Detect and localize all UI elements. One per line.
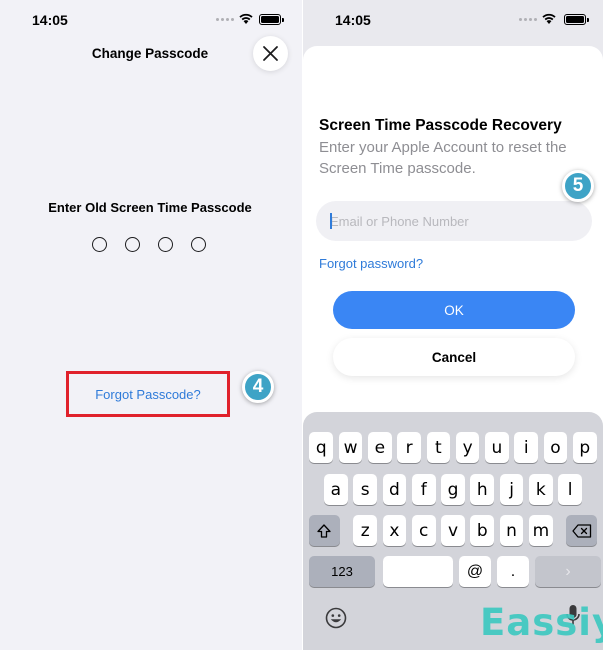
ok-button[interactable]: OK: [333, 291, 575, 329]
watermark-logo: Eassiy: [480, 601, 603, 644]
space-key[interactable]: [383, 556, 453, 587]
numbers-key[interactable]: 123: [309, 556, 375, 587]
sheet-description: Enter your Apple Account to reset the Sc…: [319, 139, 567, 177]
key[interactable]: o: [543, 432, 568, 463]
dot-key[interactable]: .: [497, 556, 529, 587]
key[interactable]: f: [411, 474, 436, 505]
keyboard-row-3: z x c v b n m: [303, 515, 603, 546]
key[interactable]: h: [470, 474, 495, 505]
wifi-icon: [542, 13, 556, 24]
close-icon: [263, 46, 278, 61]
key[interactable]: y: [455, 432, 480, 463]
cellular-signal-icon: [519, 18, 537, 21]
status-time: 14:05: [335, 12, 371, 28]
key[interactable]: q: [309, 432, 334, 463]
shift-icon: [317, 523, 331, 538]
keyboard-row-4: 123 @ . ›: [309, 556, 601, 587]
status-time: 14:05: [32, 12, 68, 28]
passcode-dot: [125, 237, 140, 252]
highlight-box: Forgot Passcode?: [66, 371, 230, 417]
close-button[interactable]: [253, 36, 288, 71]
sheet-title: Screen Time Passcode Recovery: [319, 117, 562, 134]
passcode-prompt: Enter Old Screen Time Passcode: [48, 200, 252, 215]
key[interactable]: g: [441, 474, 465, 505]
passcode-dot: [158, 237, 173, 252]
change-passcode-screen: 14:05 Change Passcode Enter Old Screen T…: [0, 0, 302, 650]
key[interactable]: k: [529, 474, 553, 505]
key[interactable]: e: [368, 432, 392, 463]
email-input[interactable]: [316, 201, 592, 241]
keyboard-row-2: a s d f g h j k l: [303, 474, 603, 505]
emoji-icon[interactable]: [325, 607, 347, 629]
shift-key[interactable]: [308, 515, 340, 546]
status-bar: 14:05: [0, 0, 302, 40]
key[interactable]: m: [529, 515, 553, 546]
key[interactable]: j: [499, 474, 524, 505]
passcode-dots: [92, 237, 206, 252]
key[interactable]: l: [558, 474, 582, 505]
passcode-recovery-screen: 14:05 Screen Time Passcode Recovery Ente…: [303, 0, 603, 650]
key[interactable]: c: [411, 515, 436, 546]
text-cursor: [330, 213, 332, 229]
backspace-icon: [572, 523, 591, 538]
passcode-dot: [92, 237, 107, 252]
battery-icon: [564, 14, 589, 25]
key[interactable]: s: [353, 474, 377, 505]
forgot-passcode-link[interactable]: Forgot Passcode?: [69, 374, 227, 414]
passcode-dot: [191, 237, 206, 252]
key[interactable]: p: [572, 432, 597, 463]
key[interactable]: r: [397, 432, 421, 463]
at-key[interactable]: @: [459, 556, 491, 587]
key[interactable]: n: [499, 515, 524, 546]
step-badge-5: 5: [562, 170, 594, 202]
key[interactable]: z: [353, 515, 377, 546]
forgot-password-link[interactable]: Forgot password?: [319, 256, 423, 271]
status-bar: 14:05: [303, 0, 603, 40]
key[interactable]: b: [470, 515, 495, 546]
key[interactable]: u: [485, 432, 509, 463]
key[interactable]: v: [441, 515, 465, 546]
step-badge-4: 4: [242, 371, 274, 403]
key[interactable]: w: [338, 432, 363, 463]
wifi-icon: [239, 13, 253, 24]
key[interactable]: x: [382, 515, 407, 546]
key[interactable]: i: [514, 432, 538, 463]
battery-icon: [259, 14, 284, 25]
backspace-key[interactable]: [566, 515, 598, 546]
return-key[interactable]: ›: [535, 556, 601, 587]
cancel-button[interactable]: Cancel: [333, 338, 575, 376]
keyboard-row-1: q w e r t y u i o p: [303, 432, 603, 463]
key[interactable]: t: [426, 432, 451, 463]
key[interactable]: d: [382, 474, 407, 505]
key[interactable]: a: [324, 474, 348, 505]
cellular-signal-icon: [216, 18, 234, 21]
